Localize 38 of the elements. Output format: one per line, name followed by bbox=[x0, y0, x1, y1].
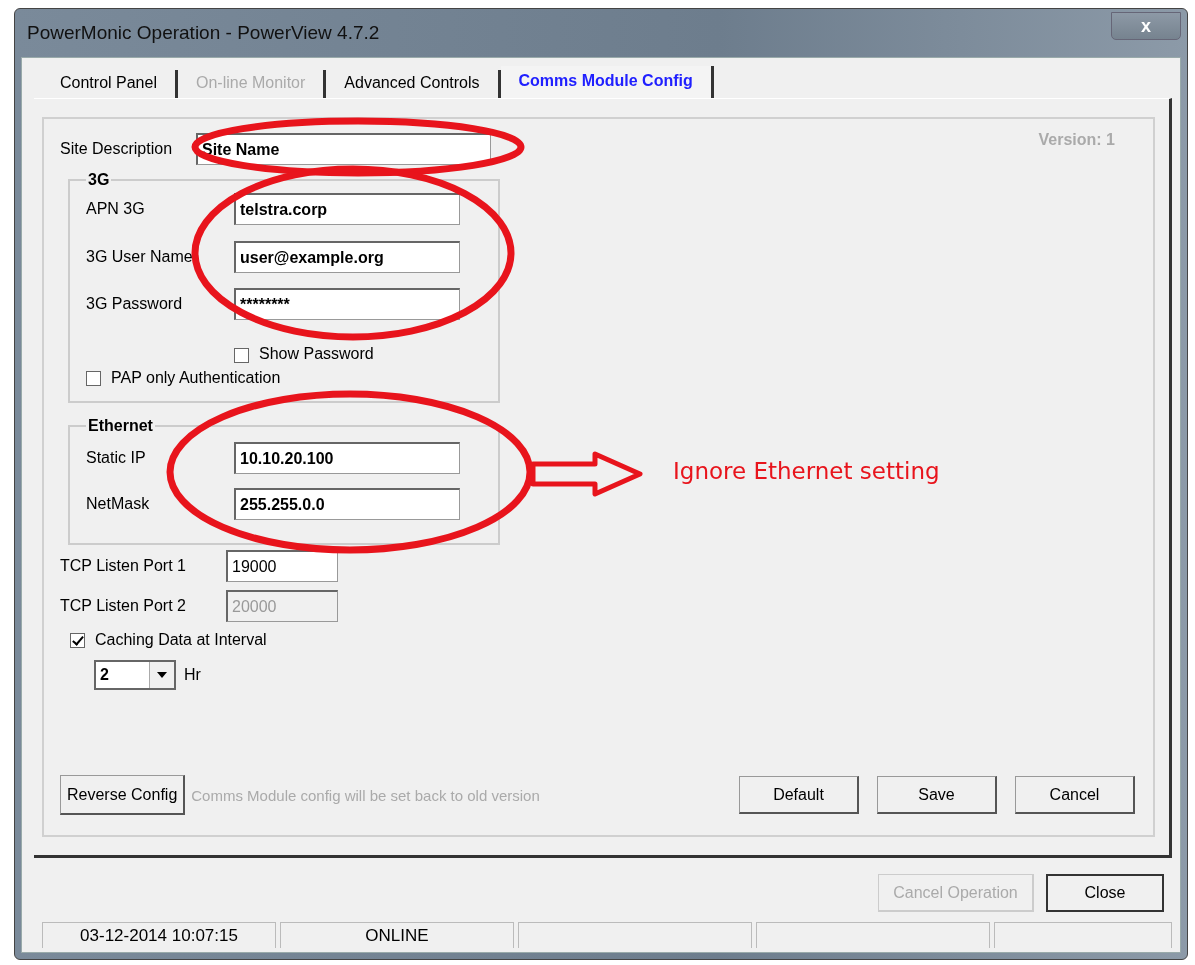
group-title: 3G bbox=[87, 171, 111, 189]
field-label: Static IP bbox=[86, 449, 147, 467]
interval-dropdown[interactable]: 2 bbox=[94, 660, 176, 690]
annotation-text: Ignore Ethernet setting bbox=[673, 458, 940, 484]
status-cell: 03-12-2014 10:07:15 bbox=[42, 922, 276, 948]
input-field[interactable]: user@example.org bbox=[234, 241, 460, 273]
version-label: Version: 1 bbox=[1038, 131, 1115, 149]
action-button[interactable]: Default bbox=[739, 776, 859, 814]
input-field[interactable]: telstra.corp bbox=[234, 193, 460, 225]
arrow-icon bbox=[530, 451, 643, 497]
tab[interactable]: Comms Module Config bbox=[500, 66, 714, 98]
checkbox[interactable] bbox=[70, 632, 85, 648]
status-cell: ONLINE bbox=[280, 922, 514, 948]
field-label: Site Description bbox=[60, 140, 174, 158]
window-title: PowerMonic Operation - PowerView 4.7.2 bbox=[27, 22, 380, 44]
hint-text: Comms Module config will be set back to old version bbox=[191, 786, 540, 804]
field-label: 3G Password bbox=[86, 295, 184, 313]
action-button[interactable]: Cancel bbox=[1015, 776, 1135, 814]
field-label: NetMask bbox=[86, 495, 151, 513]
checkbox-label: PAP only Authentication bbox=[111, 369, 281, 387]
field-label: 3G User Name bbox=[86, 248, 194, 266]
action-button[interactable]: Save bbox=[877, 776, 997, 814]
checkbox[interactable] bbox=[234, 348, 249, 363]
caret-icon bbox=[157, 672, 167, 678]
input-field[interactable]: 10.10.20.100 bbox=[234, 442, 460, 474]
footer-button[interactable]: Close bbox=[1046, 874, 1164, 912]
checkbox-label: Caching Data at Interval bbox=[95, 631, 267, 649]
field-label: APN 3G bbox=[86, 200, 146, 218]
input-field[interactable]: ******** bbox=[234, 288, 460, 320]
checkbox[interactable] bbox=[86, 370, 101, 386]
field-label: TCP Listen Port 1 bbox=[60, 557, 187, 575]
checkbox-label: Show Password bbox=[259, 345, 374, 363]
group-title: Ethernet bbox=[87, 417, 154, 435]
unit-label: Hr bbox=[184, 666, 201, 684]
reverse-config-button[interactable]: Reverse Config bbox=[60, 775, 186, 815]
input-field[interactable]: 19000 bbox=[226, 550, 338, 582]
field-label: TCP Listen Port 2 bbox=[60, 597, 187, 615]
input-field[interactable]: 255.255.0.0 bbox=[234, 488, 460, 520]
